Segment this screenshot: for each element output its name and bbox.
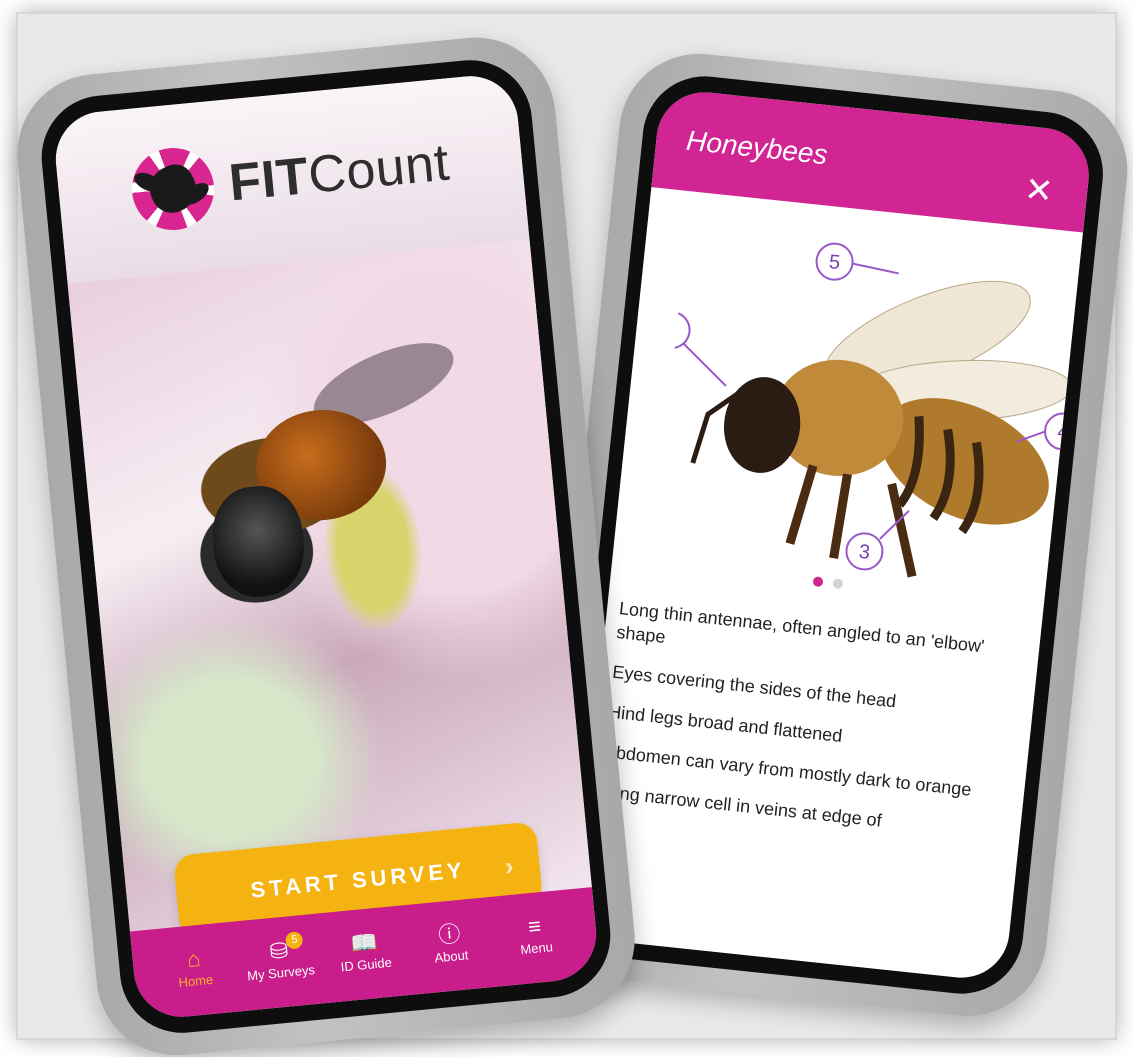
tab-label: Menu xyxy=(519,938,554,957)
start-survey-label: START SURVEY xyxy=(249,857,467,903)
callout-label: 4 xyxy=(1056,421,1069,444)
phone-bezel: Honeybees ✕ 5 2 4 3 Long thin antennae, … xyxy=(556,70,1110,1000)
tab-label: ID Guide xyxy=(339,954,393,974)
tab-my-surveys[interactable]: ⛁ 5 My Surveys xyxy=(238,930,322,983)
tab-label: My Surveys xyxy=(246,961,316,983)
phone-bezel: FITCount START SURVEY › ⌂ Home ⛁ 5 My Su… xyxy=(36,54,616,1039)
hero-bee-photo: START SURVEY › xyxy=(67,239,592,940)
feature-list: Long thin antennae, often angled to an '… xyxy=(597,596,1014,860)
home-phone: FITCount START SURVEY › ⌂ Home ⛁ 5 My Su… xyxy=(10,30,642,1057)
brand-bold: FIT xyxy=(226,147,312,213)
species-title: Honeybees xyxy=(684,124,829,171)
info-icon: ⓘ xyxy=(437,920,462,948)
survey-count-badge: 5 xyxy=(285,930,304,950)
screenshot-frame: Honeybees ✕ 5 2 4 3 Long thin antennae, … xyxy=(10,14,1133,1057)
tab-label: Home xyxy=(177,971,214,990)
tab-home[interactable]: ⌂ Home xyxy=(153,941,237,991)
id-guide-header: Honeybees ✕ xyxy=(651,87,1094,233)
callout-label: 5 xyxy=(828,251,841,274)
close-icon[interactable]: ✕ xyxy=(1023,170,1055,211)
app-name: FITCount xyxy=(227,133,452,214)
callout-label: 2 xyxy=(665,319,678,342)
menu-icon: ≡ xyxy=(526,912,543,939)
chevron-right-icon: › xyxy=(503,850,515,881)
id-guide-screen: Honeybees ✕ 5 2 4 3 Long thin antennae, … xyxy=(572,87,1094,983)
fitcount-logo xyxy=(127,144,218,234)
tab-menu[interactable]: ≡ Menu xyxy=(493,908,577,958)
home-screen: FITCount START SURVEY › ⌂ Home ⛁ 5 My Su… xyxy=(51,71,601,1022)
carousel-dot[interactable] xyxy=(832,578,844,590)
honeybee-diagram: 5 2 4 3 xyxy=(652,242,1083,578)
callout-label: 3 xyxy=(858,541,871,564)
carousel-dot-active[interactable] xyxy=(812,576,824,588)
tab-label: About xyxy=(433,946,470,965)
home-icon: ⌂ xyxy=(185,945,202,972)
tab-id-guide[interactable]: 📖 ID Guide xyxy=(323,925,407,975)
tab-about[interactable]: ⓘ About xyxy=(408,917,492,967)
book-icon: 📖 xyxy=(349,928,379,956)
brand-regular: Count xyxy=(305,133,452,205)
